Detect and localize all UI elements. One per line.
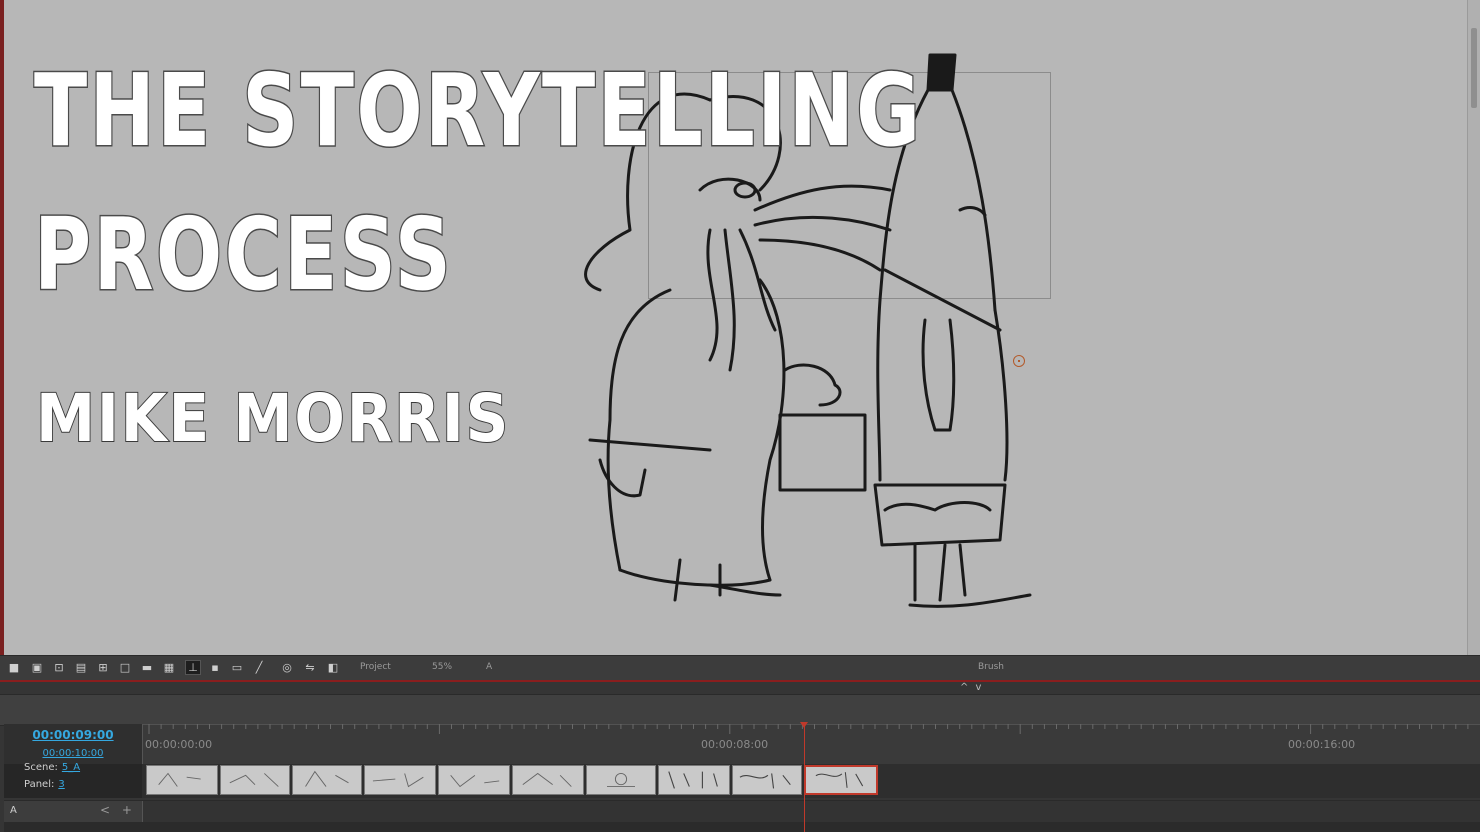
scrollbar-thumb[interactable] [1471, 28, 1477, 108]
timeline-header [0, 694, 1480, 726]
time-ruler[interactable]: 00:00:00:00 00:00:08:00 00:00:16:00 [142, 724, 1480, 764]
onion-skin-icon[interactable]: ⊥ [185, 660, 201, 675]
panel-thumbnail[interactable] [220, 765, 290, 795]
panel-value[interactable]: 3 [58, 779, 64, 790]
ruler-label-8: 00:00:08:00 [701, 738, 769, 751]
timeline-panel: ^ v 00:00:09:00 00:00:10:00 00:00:00:00 … [0, 682, 1480, 832]
grid-icon[interactable]: ⊞ [96, 661, 110, 674]
panel-track [142, 764, 1480, 798]
lock-icon[interactable]: ◧ [326, 661, 340, 674]
pen-icon[interactable]: ╱ [252, 661, 266, 674]
panel-thumbnail[interactable] [658, 765, 730, 795]
author-name: MIKE MORRIS [35, 379, 511, 458]
timeline-bottom-bar [4, 822, 1480, 832]
frame-icon[interactable]: □ [118, 661, 132, 674]
stage-scrollbar[interactable] [1467, 0, 1480, 655]
widescreen-icon[interactable]: ▬ [140, 661, 154, 674]
ruler-ticks [143, 724, 1480, 734]
ruler-label-0: 00:00:00:00 [145, 738, 213, 751]
current-time[interactable]: 00:00:09:00 [4, 728, 142, 742]
pivot-handle[interactable] [1013, 355, 1025, 367]
layer-row[interactable]: A < + > [4, 800, 1480, 823]
timecode-icon[interactable]: ▪ [208, 661, 222, 674]
ruler-label-16: 00:00:16:00 [1288, 738, 1356, 751]
panel-thumbnail[interactable] [364, 765, 436, 795]
rotate-icon[interactable]: ◎ [280, 661, 294, 674]
view-mode-select[interactable]: Project [360, 662, 391, 672]
time-display: 00:00:09:00 00:00:10:00 [4, 724, 142, 764]
panel-thumbnail[interactable] [512, 765, 584, 795]
stage-border [0, 0, 4, 655]
title-line-2: PROCESS [33, 195, 454, 315]
panel-thumbnail-selected[interactable] [804, 765, 878, 795]
scene-info: Scene: 5_A Panel: 3 [4, 762, 142, 798]
scene-row: Scene: 5_A [24, 762, 80, 773]
scene-value[interactable]: 5_A [62, 762, 80, 773]
caption-icon[interactable]: ▭ [230, 661, 244, 674]
panel-thumbnail[interactable] [586, 765, 656, 795]
collapse-toggle[interactable]: ^ v [960, 682, 983, 693]
stage-toolbar: ■ ▣ ⊡ ▤ ⊞ □ ▬ ▦ ⊥ ▪ ▭ ╱ ◎ ⇋ ◧ Project 55… [0, 655, 1480, 681]
layer-track[interactable] [142, 801, 1480, 823]
playhead[interactable] [804, 723, 805, 832]
panel-thumbnail[interactable] [438, 765, 510, 795]
total-time[interactable]: 00:00:10:00 [4, 748, 142, 759]
panel-thumbnail[interactable] [292, 765, 362, 795]
title-line-1: THE STORYTELLING [33, 51, 923, 171]
fit-icon[interactable]: ▣ [30, 661, 44, 674]
panel-row: Panel: 3 [24, 779, 65, 790]
scene-label: Scene: [24, 762, 58, 773]
flip-icon[interactable]: ⇋ [303, 661, 317, 674]
layer-name[interactable]: A [10, 805, 17, 816]
panel-thumbnail[interactable] [732, 765, 802, 795]
panel-label: Panel: [24, 779, 55, 790]
panel-thumbnail[interactable] [146, 765, 218, 795]
table-icon[interactable]: ▦ [162, 661, 176, 674]
layer-indicator: A [486, 662, 493, 672]
zoom-select[interactable]: 55% [432, 662, 452, 672]
field-guide-icon[interactable]: ▤ [74, 661, 88, 674]
stage-canvas[interactable]: THE STORYTELLING PROCESS MIKE MORRIS [0, 0, 1480, 655]
current-tool-label: Brush [978, 662, 1004, 672]
camera-icon[interactable]: ■ [7, 661, 21, 674]
safe-area-icon[interactable]: ⊡ [52, 661, 66, 674]
